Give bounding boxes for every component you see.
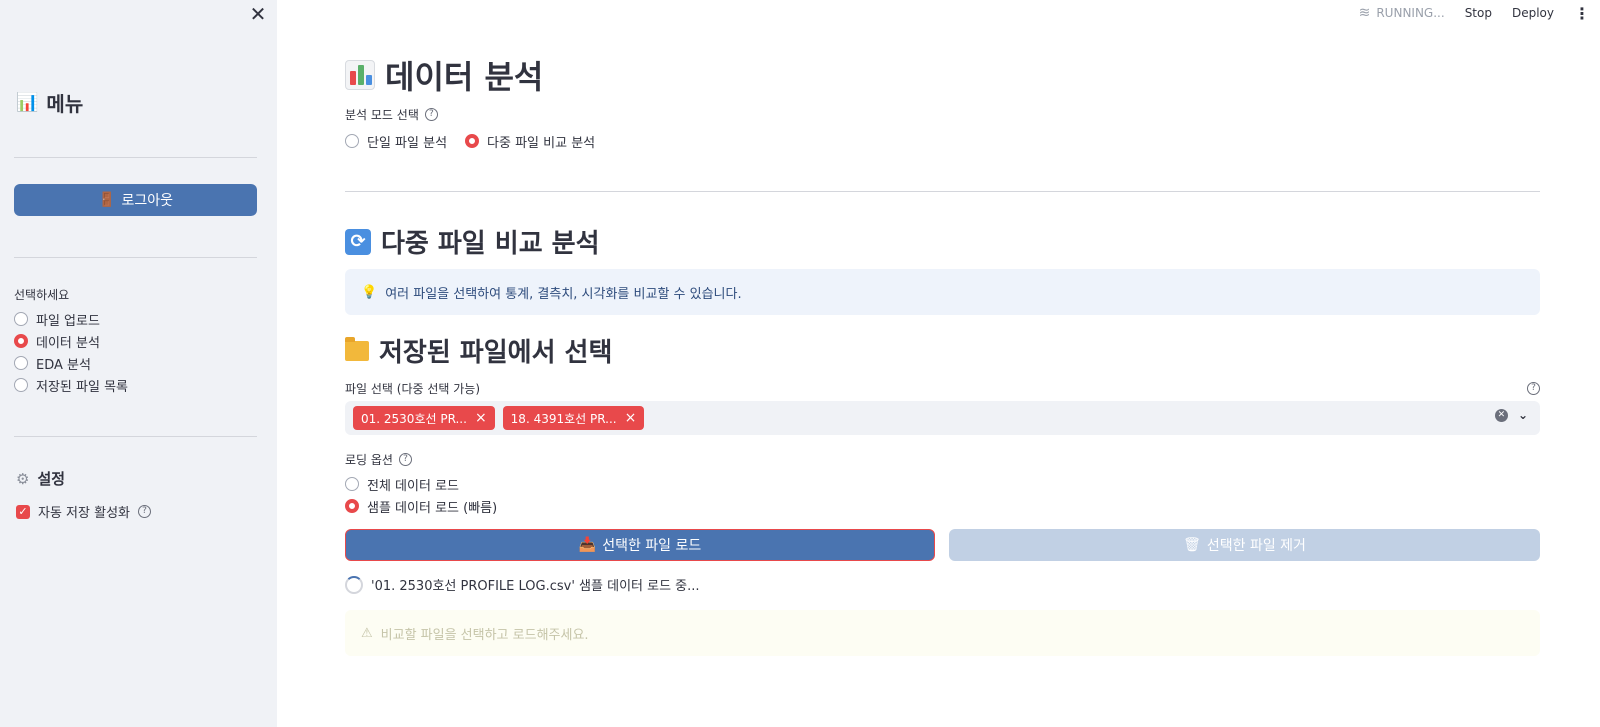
load-radio-group: 전체 데이터 로드 샘플 데이터 로드 (빠름) — [345, 473, 497, 517]
mode-multi-file[interactable]: 다중 파일 비교 분석 — [465, 130, 595, 152]
help-icon[interactable]: ? — [1527, 382, 1540, 395]
load-option-label: 로딩 옵션 ? — [345, 451, 412, 468]
divider — [345, 191, 1540, 192]
bar-chart-icon — [345, 60, 375, 90]
help-icon[interactable]: ? — [424, 108, 438, 121]
checkbox-checked-icon[interactable]: ✓ — [16, 504, 30, 519]
nav-item-saved-files[interactable]: 저장된 파일 목록 — [14, 374, 128, 396]
bar-chart-icon: 📊 — [16, 92, 39, 113]
door-icon: 🚪 — [98, 192, 116, 208]
saved-files-heading: 저장된 파일에서 선택 — [345, 332, 612, 369]
inbox-icon: 📥 — [578, 537, 597, 553]
nav-label: 선택하세요 — [14, 288, 70, 302]
file-multiselect[interactable]: 01. 2530호선 PR... × 18. 4391호선 PR... × ✕ … — [345, 401, 1540, 435]
nav-item-file-upload[interactable]: 파일 업로드 — [14, 308, 128, 330]
remove-files-button[interactable]: 🗑 선택한 파일 제거 — [949, 529, 1540, 561]
sidebar: ✕ 📊 메뉴 🚪 로그아웃 선택하세요 파일 업로드 데이터 분석 EDA 분석… — [0, 0, 277, 727]
more-menu-icon[interactable]: ⋮ — [1574, 4, 1590, 23]
autosave-toggle[interactable]: ✓ 자동 저장 활성화 ? — [16, 502, 151, 521]
refresh-icon: ⟳ — [345, 228, 371, 255]
remove-chip-icon[interactable]: × — [475, 410, 487, 426]
mode-label: 분석 모드 선택 ? — [345, 106, 438, 123]
sidebar-title: 📊 메뉴 — [16, 92, 84, 116]
file-chip[interactable]: 01. 2530호선 PR... × — [353, 406, 495, 430]
top-toolbar: ≋ RUNNING... Stop Deploy ⋮ — [1359, 0, 1600, 26]
warning-icon: ⚠ — [361, 625, 373, 641]
trash-icon: 🗑 — [1183, 537, 1201, 553]
swimmer-icon: ≋ — [1358, 5, 1371, 21]
nav-item-data-analysis[interactable]: 데이터 분석 — [14, 330, 128, 352]
help-icon[interactable]: ? — [398, 453, 412, 466]
divider — [14, 436, 257, 437]
radio-selected-icon[interactable] — [345, 499, 359, 513]
loading-status: '01. 2530호선 PROFILE LOG.csv' 샘플 데이터 로드 중… — [345, 575, 700, 594]
folder-icon — [345, 336, 369, 361]
load-option-sample[interactable]: 샘플 데이터 로드 (빠름) — [345, 495, 497, 517]
radio-selected-icon[interactable] — [14, 334, 28, 348]
settings-title: ⚙ 설정 — [16, 469, 66, 489]
warning-alert: ⚠ 비교할 파일을 선택하고 로드해주세요. — [345, 610, 1540, 656]
divider — [14, 157, 257, 158]
radio-icon[interactable] — [14, 312, 28, 326]
compare-heading: ⟳ 다중 파일 비교 분석 — [345, 223, 600, 260]
chevron-down-icon[interactable]: ⌄ — [1518, 408, 1528, 422]
clear-all-icon[interactable]: ✕ — [1494, 408, 1508, 422]
running-status: ≋ RUNNING... — [1358, 5, 1445, 21]
logout-button[interactable]: 🚪 로그아웃 — [14, 184, 257, 216]
divider — [14, 257, 257, 258]
nav-item-eda-analysis[interactable]: EDA 분석 — [14, 352, 128, 374]
page-title: 데이터 분석 — [345, 52, 543, 98]
file-select-label: 파일 선택 (다중 선택 가능) ? — [345, 380, 1540, 397]
close-sidebar-icon[interactable]: ✕ — [248, 4, 268, 24]
info-alert: 💡 여러 파일을 선택하여 통계, 결측치, 시각화를 비교할 수 있습니다. — [345, 269, 1540, 315]
radio-icon[interactable] — [345, 134, 359, 148]
remove-chip-icon[interactable]: × — [625, 410, 637, 426]
deploy-button[interactable]: Deploy — [1512, 6, 1554, 20]
radio-icon[interactable] — [345, 477, 359, 491]
load-files-button[interactable]: 📥 선택한 파일 로드 — [345, 529, 935, 561]
radio-icon[interactable] — [14, 356, 28, 370]
nav-radio-group: 파일 업로드 데이터 분석 EDA 분석 저장된 파일 목록 — [14, 308, 128, 396]
load-option-full[interactable]: 전체 데이터 로드 — [345, 473, 497, 495]
gear-icon: ⚙ — [16, 469, 30, 488]
lightbulb-icon: 💡 — [361, 284, 378, 300]
spinner-icon — [345, 575, 363, 594]
radio-icon[interactable] — [14, 378, 28, 392]
stop-button[interactable]: Stop — [1465, 6, 1492, 20]
file-chip[interactable]: 18. 4391호선 PR... × — [502, 406, 645, 430]
mode-single-file[interactable]: 단일 파일 분석 — [345, 130, 447, 152]
mode-radio-group: 단일 파일 분석 다중 파일 비교 분석 — [345, 130, 595, 152]
radio-selected-icon[interactable] — [465, 134, 480, 148]
multiselect-controls: ✕ ⌄ — [1494, 408, 1528, 422]
help-icon[interactable]: ? — [138, 505, 151, 518]
